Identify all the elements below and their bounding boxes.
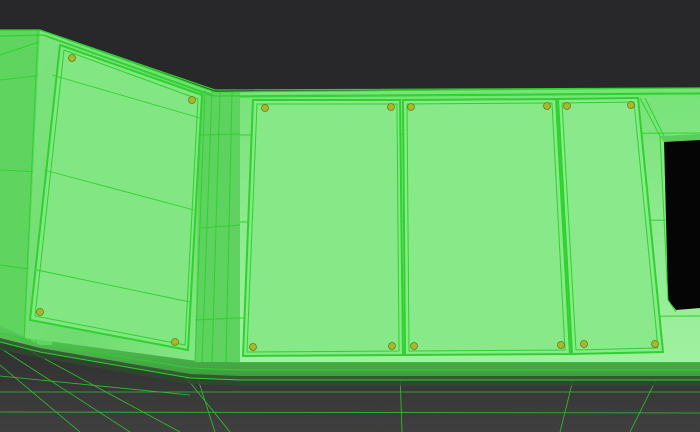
screw-icon [387, 103, 395, 111]
screw-icon [580, 340, 588, 348]
screw-icon [249, 343, 257, 351]
center-right-panel [401, 97, 572, 357]
screw-icon [543, 102, 551, 110]
center-left-panel [241, 99, 405, 358]
screw-icon [410, 342, 418, 350]
screw-icon [388, 342, 396, 350]
screw-icon [171, 338, 179, 346]
screw-icon [36, 308, 44, 316]
screw-icon [407, 103, 415, 111]
screw-icon [188, 96, 196, 104]
screw-icon [68, 54, 76, 62]
screw-icon [627, 101, 635, 109]
screw-icon [557, 341, 565, 349]
screw-icon [563, 102, 571, 110]
screw-icon [261, 104, 269, 112]
viewport-canvas[interactable] [0, 0, 700, 432]
3d-viewport[interactable] [0, 0, 700, 432]
screw-icon [651, 340, 659, 348]
left-angled-panel [28, 43, 204, 352]
